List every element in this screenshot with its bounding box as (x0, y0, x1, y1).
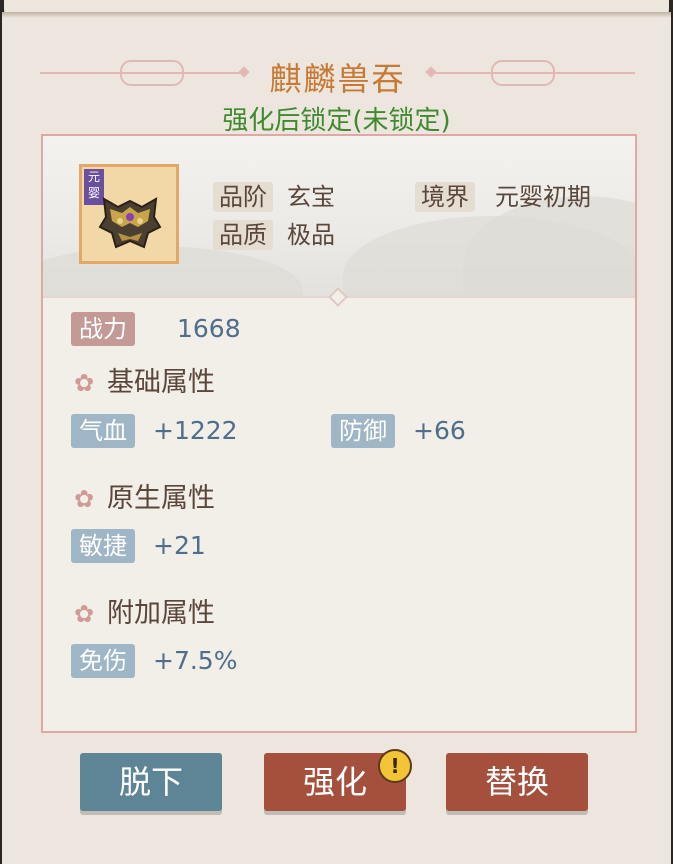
enhance-button-label: 强化 (302, 763, 367, 801)
power-label: 战力 (71, 312, 135, 346)
unequip-button[interactable]: 脱下 (80, 753, 222, 811)
alert-badge-icon: ! (378, 749, 412, 783)
stat-label-damage-reduction: 免伤 (71, 644, 135, 678)
stat-label-hp: 气血 (71, 414, 135, 448)
stat-value-damage-reduction: +7.5% (153, 646, 238, 675)
lock-status: 强化后锁定(未锁定) (222, 106, 451, 136)
flower-bullet-icon: ✿ (73, 485, 95, 513)
qilin-mask-icon (98, 197, 162, 249)
power-value: 1668 (177, 314, 241, 343)
stat-label-agility: 敏捷 (71, 529, 135, 563)
stat-value-hp: +1222 (153, 416, 238, 445)
realm-value: 元婴初期 (495, 183, 591, 211)
item-info-card: 元婴 品阶 玄宝 品质 极品 境界 元婴初期 战力 1668 ✿ 基础属性 气血… (41, 134, 637, 733)
flower-bullet-icon: ✿ (73, 369, 95, 397)
grade-label: 品阶 (213, 182, 273, 212)
item-icon-slot[interactable]: 元婴 (79, 164, 179, 264)
card-header: 元婴 品阶 玄宝 品质 极品 境界 元婴初期 (43, 136, 635, 296)
enhance-button[interactable]: 强化 ! (264, 749, 412, 811)
stat-value-defense: +66 (413, 416, 466, 445)
quality-value: 极品 (287, 221, 335, 249)
stat-value-agility: +21 (153, 531, 206, 560)
quality-label: 品质 (213, 220, 273, 250)
equipment-detail-panel: 麒麟兽吞 强化后锁定(未锁定) 元婴 品阶 玄宝 品质 极品 境界 元婴初期 战… (2, 12, 671, 864)
stat-label-defense: 防御 (331, 414, 395, 448)
realm-label: 境界 (415, 182, 475, 212)
section-title-native: 原生属性 (107, 483, 215, 514)
section-title-base: 基础属性 (107, 367, 215, 398)
title-row: 麒麟兽吞 (40, 50, 635, 98)
section-title-extra: 附加属性 (107, 598, 215, 629)
replace-button[interactable]: 替换 (446, 753, 588, 811)
grade-value: 玄宝 (287, 183, 335, 211)
item-name: 麒麟兽吞 (269, 60, 406, 98)
flower-bullet-icon: ✿ (73, 600, 95, 628)
